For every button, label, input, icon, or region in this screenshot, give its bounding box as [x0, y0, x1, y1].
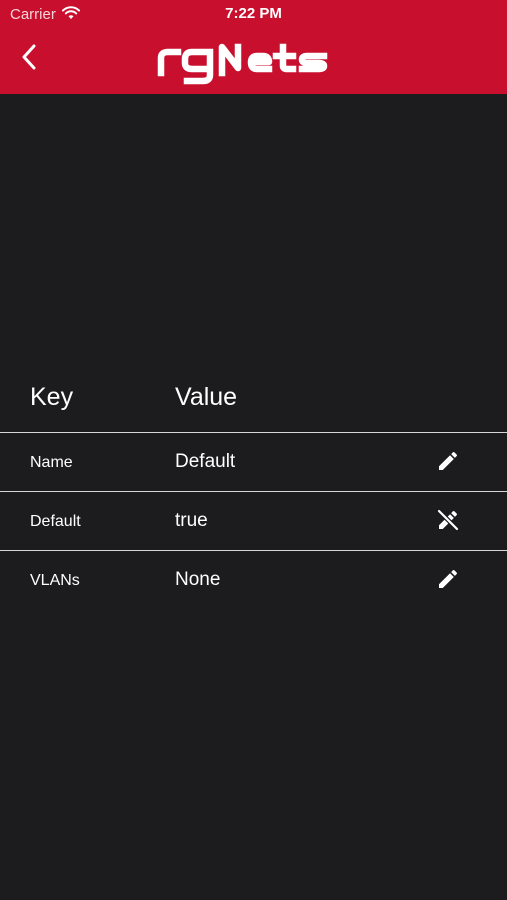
table-row-vlans: VLANs None	[0, 552, 507, 609]
table-header-row	[0, 372, 507, 433]
row-value: Default	[175, 451, 236, 472]
edit-default-disabled-button	[434, 508, 462, 536]
app-header: Carrier 7:22 PM	[0, 0, 507, 94]
row-key: Name	[30, 454, 73, 471]
edit-disabled-icon	[436, 508, 460, 537]
column-header-key: Key	[30, 383, 74, 411]
status-time: 7:22 PM	[225, 5, 282, 22]
table-row-default: Default true	[0, 493, 507, 551]
rgnets-logo	[156, 42, 352, 91]
row-value: None	[175, 569, 221, 590]
chevron-left-icon	[21, 44, 37, 75]
edit-icon	[436, 567, 460, 596]
table-row-name: Name Default	[0, 434, 507, 492]
back-button[interactable]	[14, 44, 44, 74]
edit-vlans-button[interactable]	[434, 567, 462, 595]
row-value: true	[175, 510, 208, 531]
column-header-value: Value	[175, 383, 238, 411]
row-key: Default	[30, 513, 81, 530]
edit-icon	[436, 449, 460, 478]
status-bar: Carrier 7:22 PM	[0, 0, 507, 28]
edit-name-button[interactable]	[434, 449, 462, 477]
row-key: VLANs	[30, 572, 80, 589]
